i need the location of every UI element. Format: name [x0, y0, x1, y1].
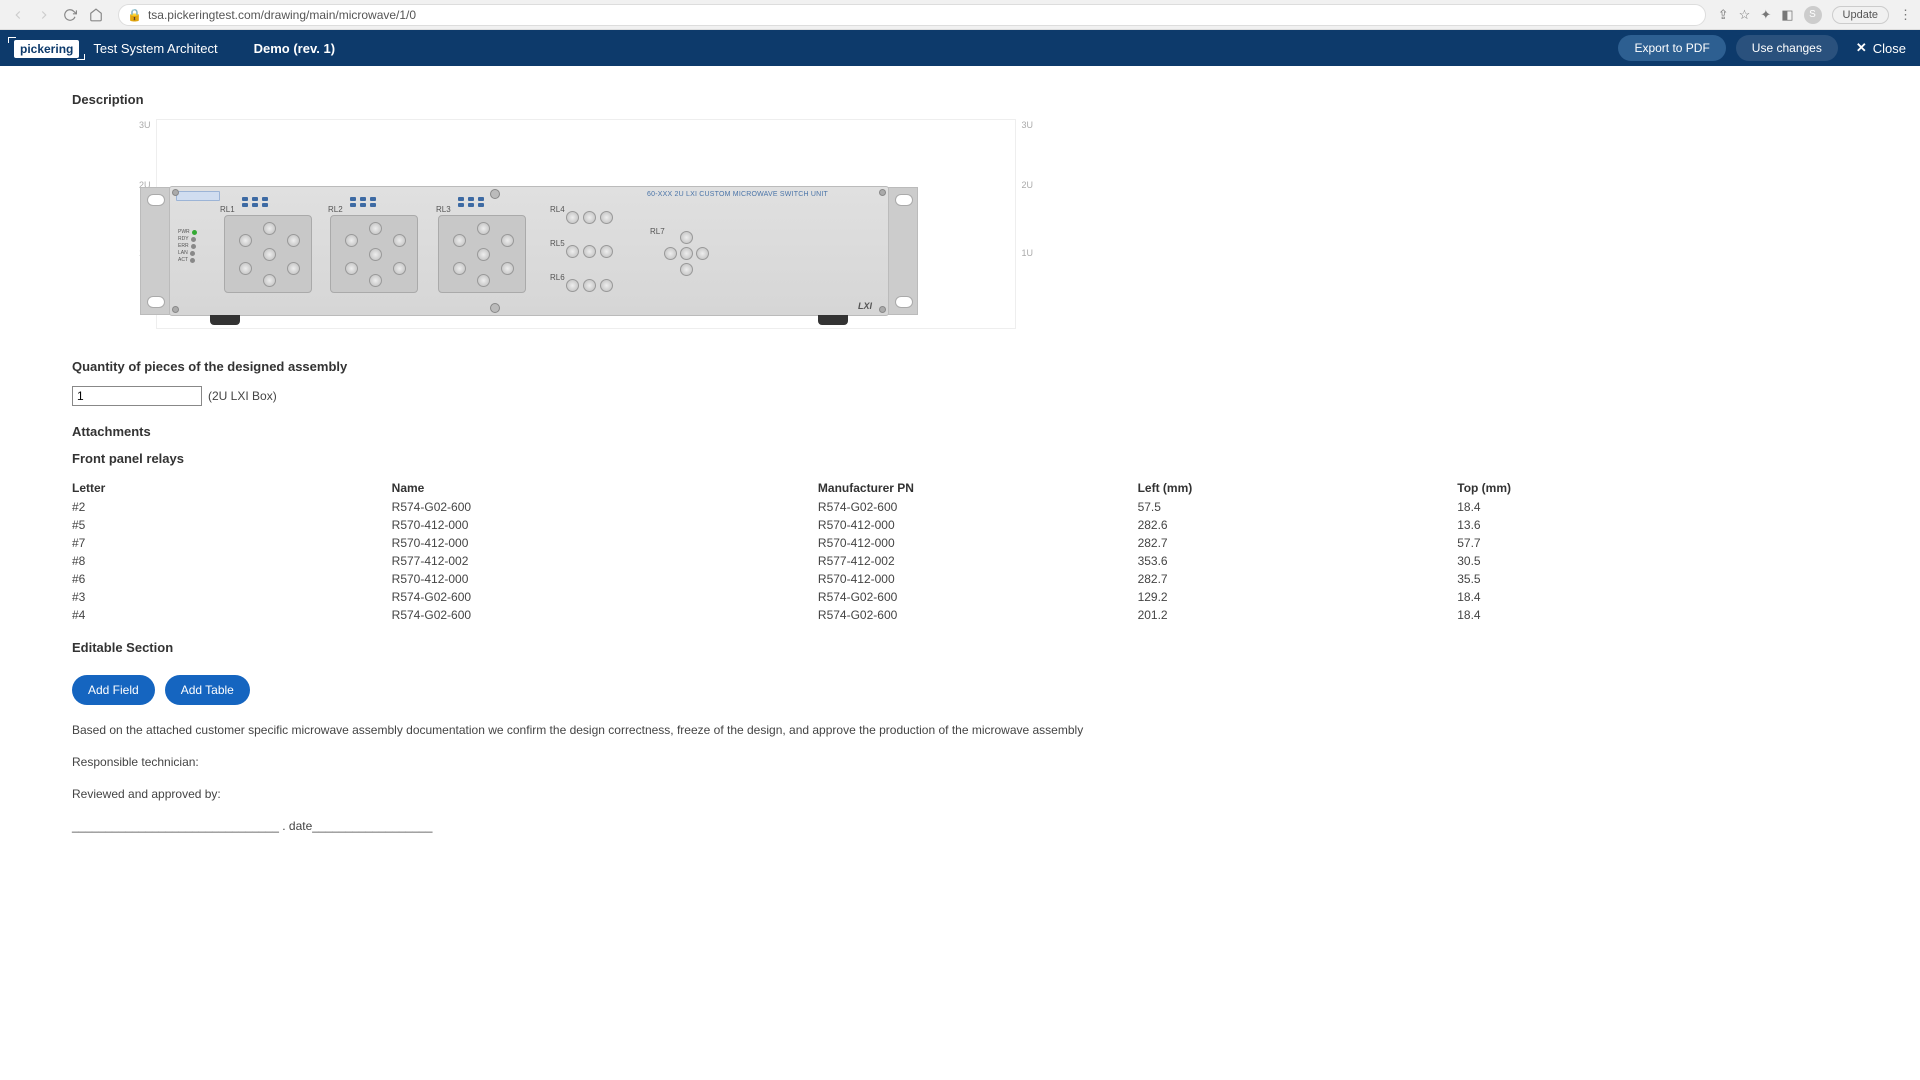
forward-icon[interactable] [34, 5, 54, 25]
table-row: #6R570-412-000R570-412-000282.735.5 [72, 570, 1848, 588]
table-row: #3R574-G02-600R574-G02-600129.218.4 [72, 588, 1848, 606]
home-icon[interactable] [86, 5, 106, 25]
menu-icon[interactable]: ⋮ [1899, 7, 1912, 23]
close-icon: ✕ [1856, 40, 1867, 56]
approved-label: Reviewed and approved by: [72, 787, 1848, 801]
tech-label: Responsible technician: [72, 755, 1848, 769]
export-pdf-button[interactable]: Export to PDF [1618, 35, 1725, 61]
table-row: #2R574-G02-600R574-G02-60057.518.4 [72, 498, 1848, 516]
add-table-button[interactable]: Add Table [165, 675, 250, 705]
share-icon[interactable]: ⇪ [1718, 7, 1729, 23]
reload-icon[interactable] [60, 5, 80, 25]
star-icon[interactable]: ☆ [1739, 7, 1751, 23]
avatar[interactable]: S [1804, 6, 1822, 24]
back-icon[interactable] [8, 5, 28, 25]
relays-heading: Front panel relays [72, 451, 1848, 466]
panel-icon[interactable]: ◧ [1781, 7, 1793, 23]
signature-line: _______________________________ . date__… [72, 819, 1848, 833]
quantity-note: (2U LXI Box) [208, 389, 277, 403]
doc-title: Demo (rev. 1) [254, 41, 335, 56]
app-header: pickering Test System Architect Demo (re… [0, 30, 1920, 66]
editable-heading: Editable Section [72, 640, 1848, 655]
table-row: #8R577-412-002R577-412-002353.630.5 [72, 552, 1848, 570]
app-title: Test System Architect [93, 41, 217, 56]
attachments-heading: Attachments [72, 424, 1848, 439]
confirm-text: Based on the attached customer specific … [72, 723, 1848, 737]
status-leds: PWR RDY ERR LAN ACT [178, 229, 202, 264]
table-row: #7R570-412-000R570-412-000282.757.7 [72, 534, 1848, 552]
close-button[interactable]: ✕Close [1856, 40, 1906, 56]
table-row: #5R570-412-000R570-412-000282.613.6 [72, 516, 1848, 534]
relay-table: Letter Name Manufacturer PN Left (mm) To… [72, 478, 1848, 624]
device-diagram: 3U 2U 1U 3U 2U 1U 60-XXX 2U LXI CUSTOM M… [156, 119, 1016, 329]
description-heading: Description [72, 92, 1848, 107]
quantity-heading: Quantity of pieces of the designed assem… [72, 359, 1848, 374]
add-field-button[interactable]: Add Field [72, 675, 155, 705]
url-text: tsa.pickeringtest.com/drawing/main/micro… [148, 8, 416, 22]
quantity-input[interactable] [72, 386, 202, 406]
url-bar[interactable]: 🔒 tsa.pickeringtest.com/drawing/main/mic… [118, 4, 1706, 26]
browser-chrome: 🔒 tsa.pickeringtest.com/drawing/main/mic… [0, 0, 1920, 30]
use-changes-button[interactable]: Use changes [1736, 35, 1838, 61]
extensions-icon[interactable]: ✦ [1760, 7, 1771, 23]
lock-icon: 🔒 [127, 8, 142, 22]
table-row: #4R574-G02-600R574-G02-600201.218.4 [72, 606, 1848, 624]
logo: pickering [14, 41, 79, 56]
update-button[interactable]: Update [1832, 6, 1889, 24]
